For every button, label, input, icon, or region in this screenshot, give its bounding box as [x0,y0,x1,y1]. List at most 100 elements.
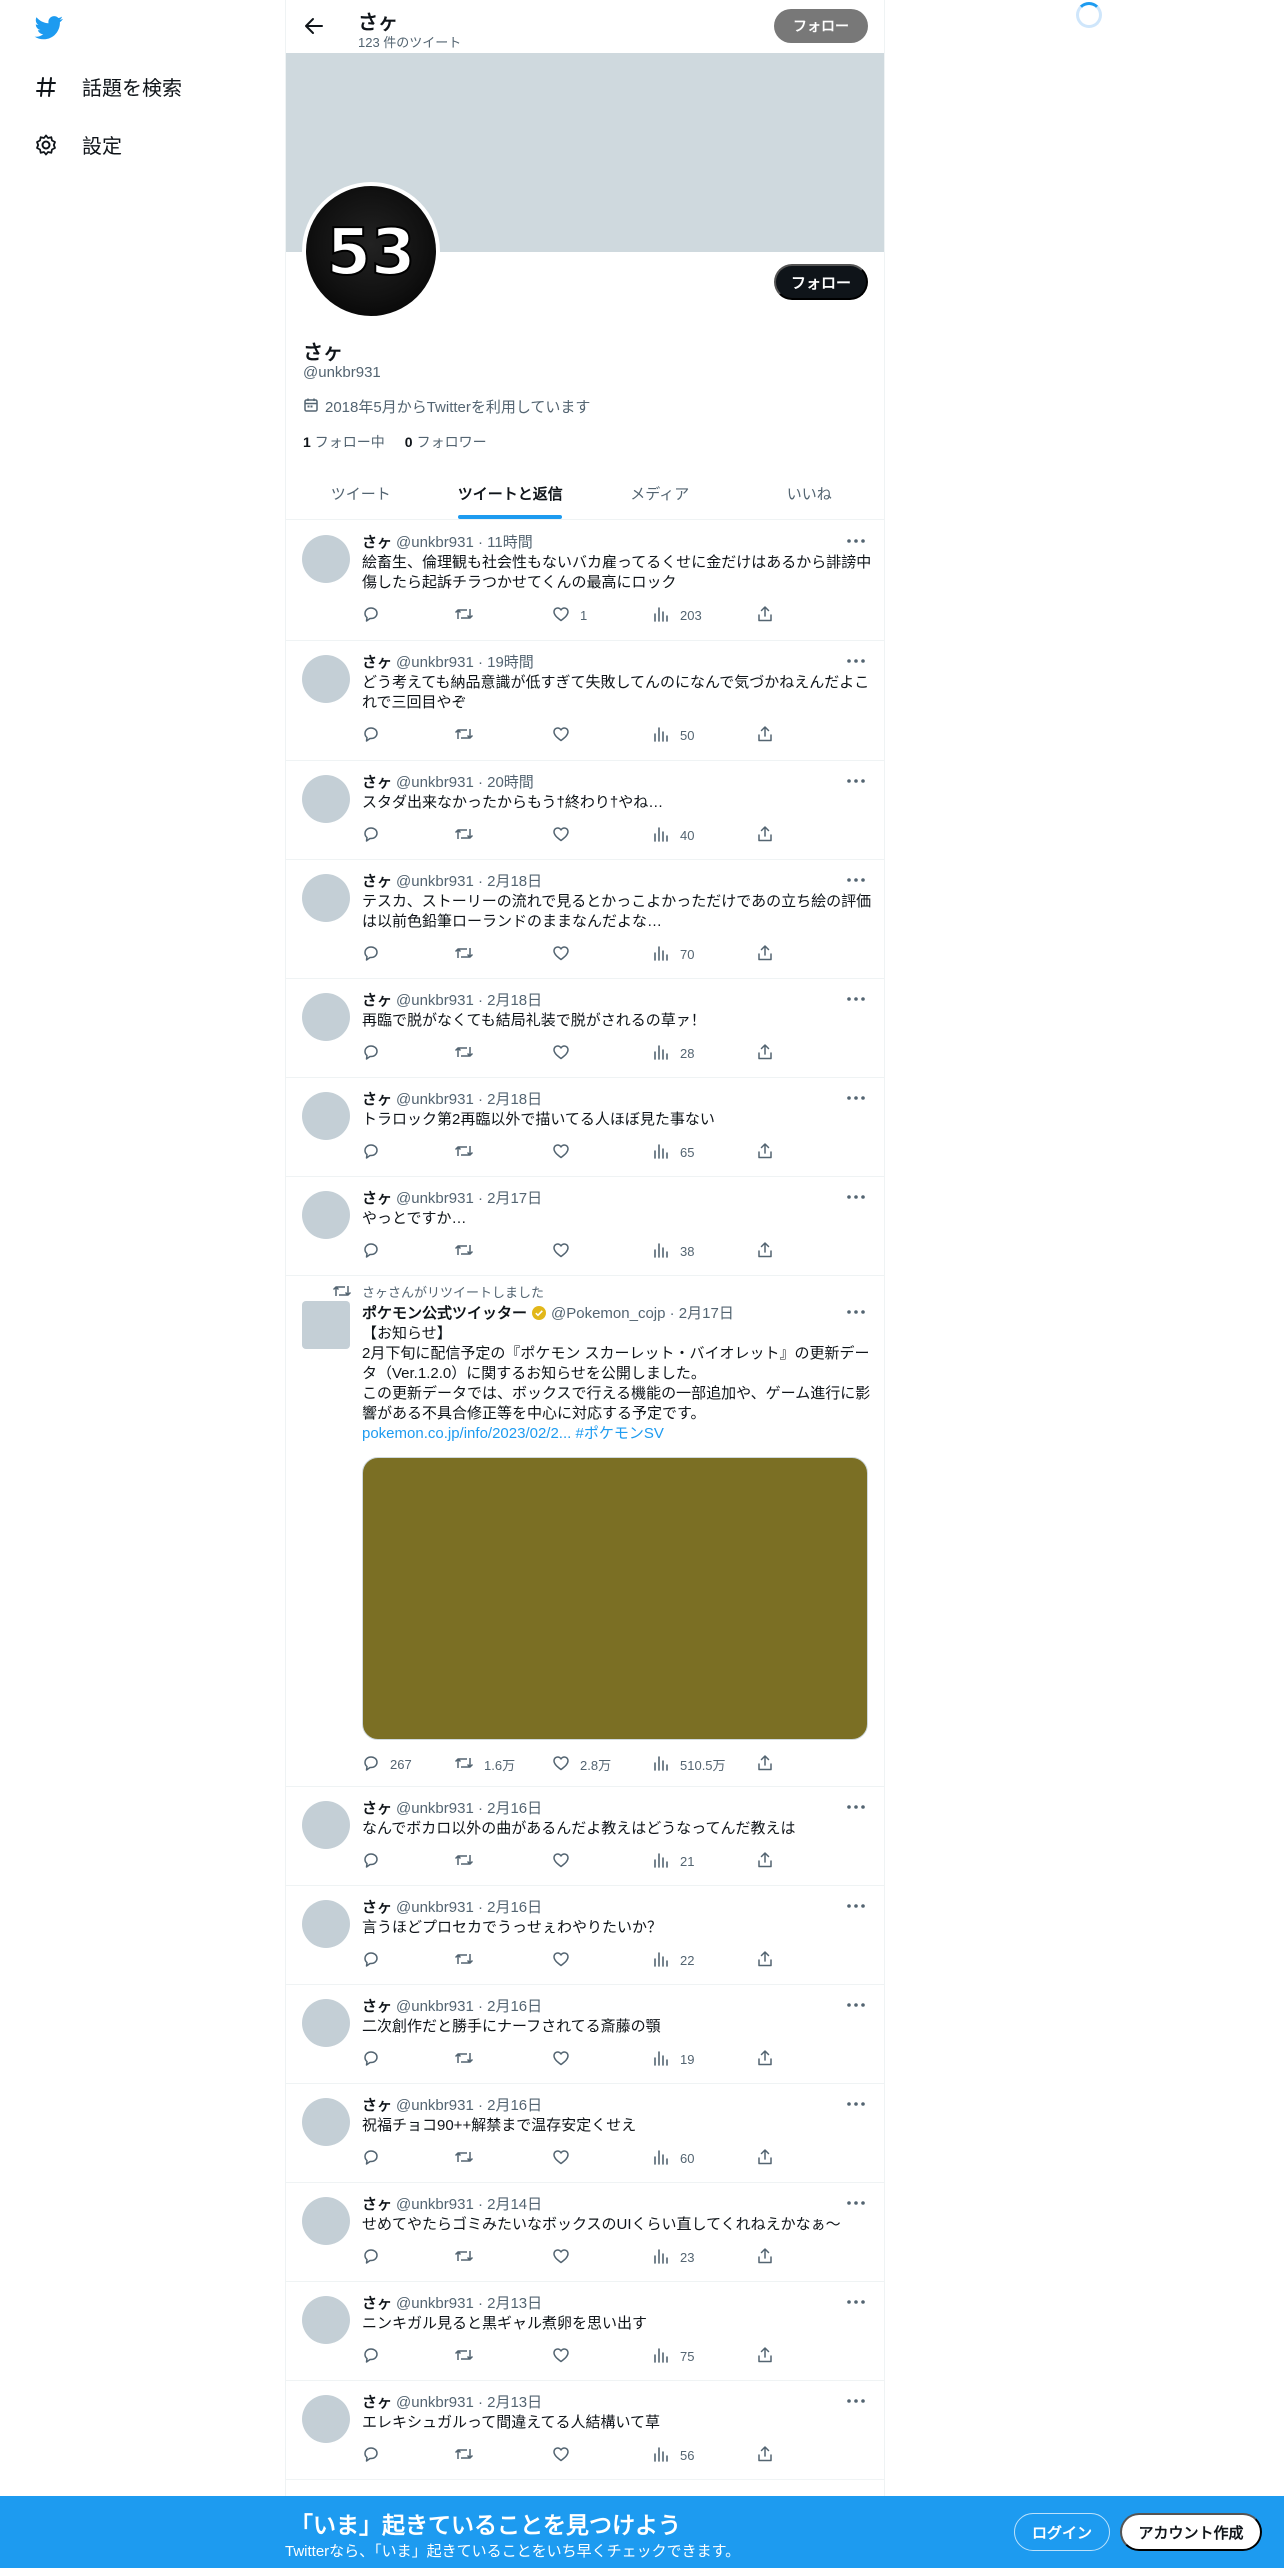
views-button[interactable]: 50 [652,725,694,745]
reply-button[interactable] [362,2049,390,2069]
followers-link[interactable]: 0 フォロワー [405,432,487,452]
tweet-author-name[interactable]: さヶ [362,651,392,672]
tweet-author-name[interactable]: さヶ [362,2391,392,2412]
tweet-avatar[interactable] [302,874,350,922]
retweet-button[interactable] [454,1241,484,1261]
share-button[interactable] [756,605,774,625]
tweet-author-name[interactable]: さヶ [362,989,392,1010]
reply-button[interactable] [362,1043,390,1063]
login-button[interactable]: ログイン [1014,2513,1110,2551]
tweet-meta[interactable]: @unkbr931 · 2月18日 [396,870,542,891]
tweet[interactable]: さヶ @unkbr931 · 2月16日 祝福チョコ90++解禁まで温存安定くせえ 6… [286,2084,884,2183]
tweet-meta[interactable]: @unkbr931 · 2月18日 [396,1088,542,1109]
more-options-icon[interactable] [844,1187,868,1207]
tweet-meta[interactable]: @unkbr931 · 2月14日 [396,2193,542,2214]
tweet[interactable]: さヶ @unkbr931 · 2月17日 やっとですか… 38 [286,1177,884,1276]
tweet-avatar[interactable] [302,1191,350,1239]
share-button[interactable] [756,2148,774,2168]
twitter-logo-icon[interactable] [34,16,64,40]
tweet-avatar[interactable] [302,535,350,583]
retweet-button[interactable] [454,1851,484,1871]
share-button[interactable] [756,1851,774,1871]
retweet-button[interactable] [454,1043,484,1063]
like-button[interactable] [552,2346,580,2366]
retweeted-tweet[interactable]: さヶさんがリツイートしました ポケモン公式ツイッター @Pokemon_cojp ·… [286,1276,884,1787]
retweet-button[interactable] [454,1950,484,1970]
tweet-author-name[interactable]: さヶ [362,2292,392,2313]
views-button[interactable]: 70 [652,944,694,964]
retweet-button[interactable] [454,2346,484,2366]
reply-button[interactable] [362,2247,390,2267]
tweet[interactable]: さヶ @unkbr931 · 2月13日 エレキシュガルって間違えてる人結構いて草 5… [286,2381,884,2480]
retweet-button[interactable] [454,825,484,845]
share-button[interactable] [756,1142,774,1162]
tweet-author-name[interactable]: さヶ [362,1088,392,1109]
profile-avatar[interactable]: 53 [302,182,440,320]
tweet[interactable]: さヶ @unkbr931 · 2月16日 言うほどプロセカでうっせぇわやりたいか？ 2… [286,1886,884,1985]
views-button[interactable]: 65 [652,1142,694,1162]
tab-tweets[interactable]: ツイート [286,467,436,519]
reply-button[interactable] [362,1950,390,1970]
tweet-avatar[interactable] [302,993,350,1041]
share-button[interactable] [756,2049,774,2069]
like-button[interactable] [552,825,580,845]
views-button[interactable]: 203 [652,605,702,625]
tweet-avatar[interactable] [302,2098,350,2146]
back-arrow-icon[interactable] [300,12,328,40]
tweet-meta[interactable]: @unkbr931 · 2月18日 [396,989,542,1010]
share-button[interactable] [756,944,774,964]
share-button[interactable] [756,1241,774,1261]
like-button[interactable]: 2.8万 [552,1754,611,1774]
tweet-author-name[interactable]: ポケモン公式ツイッター [362,1302,527,1323]
tab-likes[interactable]: いいね [735,467,885,519]
tweet-author-name[interactable]: さヶ [362,1187,392,1208]
nav-settings[interactable]: 設定 [34,130,122,159]
views-button[interactable]: 21 [652,1851,694,1871]
tweet-avatar[interactable] [302,1999,350,2047]
retweet-button[interactable] [454,2445,484,2465]
tweet-avatar[interactable] [302,1900,350,1948]
like-button[interactable] [552,725,580,745]
tab-media[interactable]: メディア [585,467,735,519]
views-button[interactable]: 510.5万 [652,1754,726,1774]
tweet-author-name[interactable]: さヶ [362,771,392,792]
reply-button[interactable]: 267 [362,1754,412,1774]
more-options-icon[interactable] [844,2193,868,2213]
more-options-icon[interactable] [844,1088,868,1108]
tweet[interactable]: さヶ @unkbr931 · 2月18日 テスカ、ストーリーの流れで見るとかっこよか… [286,860,884,979]
tweet[interactable]: さヶ @unkbr931 · 20時間 スタダ出来なかったからもう†終わり†やね… 4… [286,761,884,860]
like-button[interactable] [552,2049,580,2069]
like-button[interactable] [552,1851,580,1871]
retweet-button[interactable] [454,2049,484,2069]
views-button[interactable]: 40 [652,825,694,845]
tweet[interactable]: さヶ @unkbr931 · 19時間 どう考えても納品意識が低すぎて失敗してんのに… [286,641,884,761]
views-button[interactable]: 23 [652,2247,694,2267]
views-button[interactable]: 28 [652,1043,694,1063]
more-options-icon[interactable] [844,1896,868,1916]
reply-button[interactable] [362,725,390,745]
tweet-avatar[interactable] [302,775,350,823]
views-button[interactable]: 60 [652,2148,694,2168]
like-button[interactable] [552,2445,580,2465]
more-options-icon[interactable] [844,870,868,890]
tweet-author-name[interactable]: さヶ [362,1797,392,1818]
tweet-meta[interactable]: @unkbr931 · 2月13日 [396,2292,542,2313]
reply-button[interactable] [362,1241,390,1261]
share-button[interactable] [756,1950,774,1970]
tweet-meta[interactable]: @unkbr931 · 19時間 [396,651,534,672]
share-button[interactable] [756,2346,774,2366]
tweet-author-name[interactable]: さヶ [362,870,392,891]
tweet-meta[interactable]: @unkbr931 · 11時間 [396,531,533,552]
nav-explore[interactable]: 話題を検索 [34,72,182,101]
like-button[interactable] [552,1241,580,1261]
tweet-author-name[interactable]: さヶ [362,1995,392,2016]
like-button[interactable] [552,1142,580,1162]
follow-button[interactable]: フォロー [774,264,868,300]
reply-button[interactable] [362,1851,390,1871]
retweet-button[interactable]: 1.6万 [454,1754,515,1774]
share-button[interactable] [756,2247,774,2267]
tweet-avatar[interactable] [302,2395,350,2443]
views-button[interactable]: 19 [652,2049,694,2069]
following-link[interactable]: 1 フォロー中 [303,432,385,452]
tweet-avatar[interactable] [302,1801,350,1849]
